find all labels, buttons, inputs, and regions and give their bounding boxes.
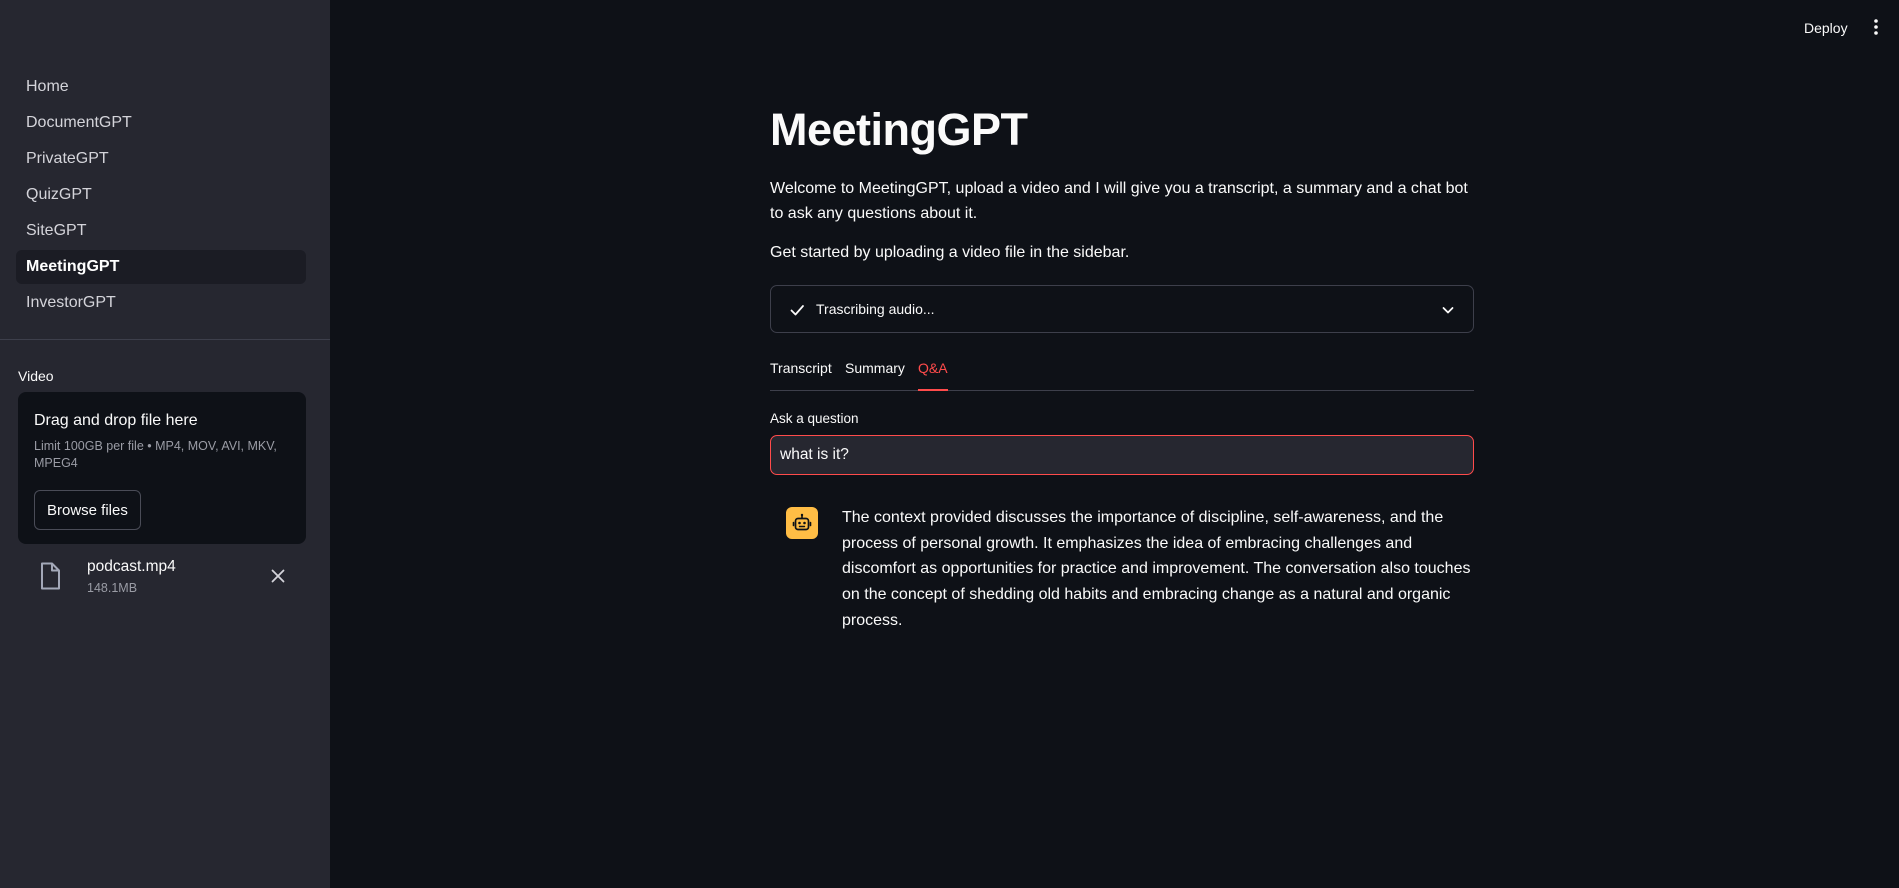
tab-bar: Transcript Summary Q&A (770, 360, 1474, 391)
deploy-button[interactable]: Deploy (1798, 17, 1854, 39)
sidebar: Home DocumentGPT PrivateGPT QuizGPT Site… (0, 0, 330, 888)
status-expander[interactable]: Trascribing audio... (770, 285, 1474, 333)
video-uploader-label: Video (18, 368, 54, 384)
kebab-menu-icon[interactable] (1868, 17, 1884, 37)
sidebar-item-home[interactable]: Home (16, 70, 306, 104)
file-name: podcast.mp4 (87, 558, 176, 575)
question-input[interactable] (770, 435, 1474, 475)
sidebar-item-investorgpt[interactable]: InvestorGPT (16, 286, 306, 320)
status-text: Trascribing audio... (816, 301, 935, 317)
sidebar-divider (0, 339, 330, 340)
tab-transcript[interactable]: Transcript (770, 360, 832, 391)
bot-avatar (786, 507, 818, 539)
page-title: MeetingGPT (770, 104, 1028, 155)
sidebar-item-meetinggpt[interactable]: MeetingGPT (16, 250, 306, 284)
sidebar-item-quizgpt[interactable]: QuizGPT (16, 178, 306, 212)
chevron-down-icon (1442, 307, 1454, 314)
welcome-text: Welcome to MeetingGPT, upload a video an… (770, 180, 1468, 222)
file-dropzone[interactable]: Drag and drop file here Limit 100GB per … (18, 392, 306, 544)
dropzone-title: Drag and drop file here (34, 412, 198, 429)
sidebar-item-privategpt[interactable]: PrivateGPT (16, 142, 306, 176)
get-started-text: Get started by uploading a video file in… (770, 244, 1130, 261)
uploaded-file: podcast.mp4 148.1MB (18, 556, 306, 600)
app: Home DocumentGPT PrivateGPT QuizGPT Site… (0, 0, 1899, 888)
dropzone-subtitle: Limit 100GB per file • MP4, MOV, AVI, MK… (34, 439, 277, 470)
answer-text: The context provided discusses the impor… (842, 509, 1471, 629)
question-label: Ask a question (770, 411, 859, 426)
file-size: 148.1MB (87, 581, 138, 595)
sidebar-item-sitegpt[interactable]: SiteGPT (16, 214, 306, 248)
close-icon[interactable] (270, 568, 286, 584)
file-icon (41, 562, 60, 590)
sidebar-item-documentgpt[interactable]: DocumentGPT (16, 106, 306, 140)
tab-qa[interactable]: Q&A (918, 360, 948, 391)
tab-summary[interactable]: Summary (845, 360, 905, 391)
check-icon (790, 305, 804, 316)
sidebar-nav: Home DocumentGPT PrivateGPT QuizGPT Site… (16, 70, 306, 322)
browse-files-button[interactable]: Browse files (34, 490, 141, 530)
robot-icon (792, 513, 812, 531)
